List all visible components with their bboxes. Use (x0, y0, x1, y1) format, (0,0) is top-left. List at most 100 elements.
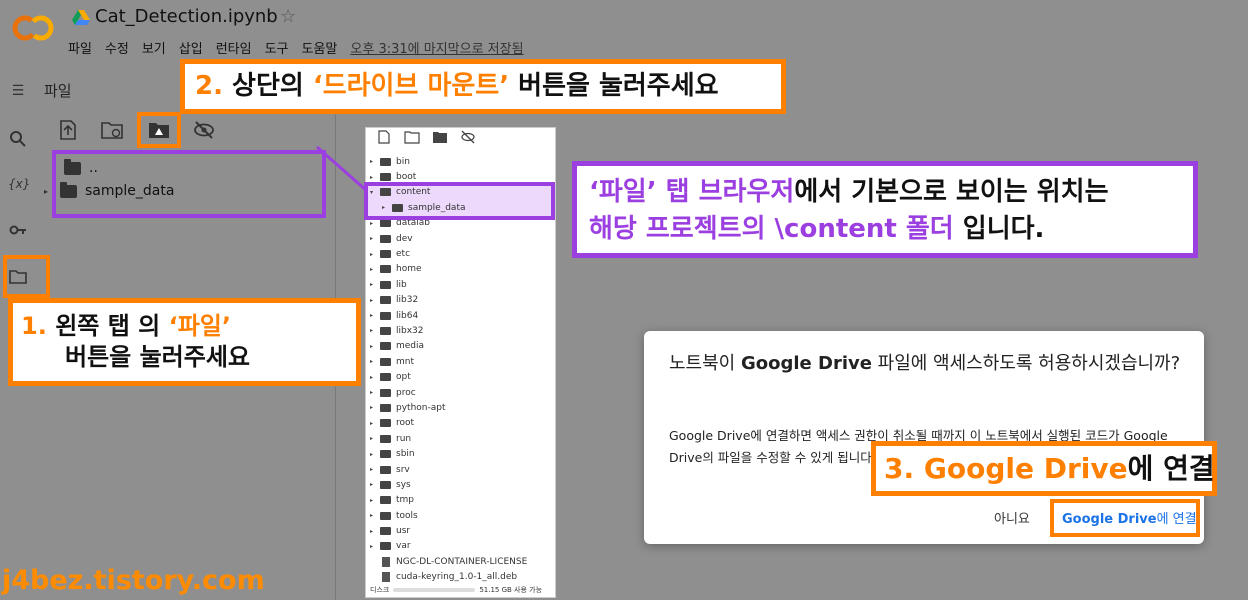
notebook-title[interactable]: Cat_Detection.ipynb (95, 6, 278, 27)
chevron-right-icon: ▸ (370, 481, 374, 489)
inset-list-item[interactable]: ▸ python-apt (366, 400, 555, 415)
inset-item-label: sys (396, 479, 411, 490)
menu-runtime[interactable]: 런타임 (216, 38, 252, 57)
upload-icon[interactable] (56, 119, 80, 141)
chevron-right-icon: ▸ (44, 186, 49, 196)
chevron-right-icon: ▸ (370, 235, 374, 243)
menu-file[interactable]: 파일 (68, 38, 92, 57)
inset-item-label: lib64 (396, 310, 419, 321)
cancel-button[interactable]: 아니요 (994, 508, 1030, 527)
inset-item-label: home (396, 264, 422, 275)
inset-list-item[interactable]: ▸ root (366, 416, 555, 431)
hide-files-icon[interactable] (460, 130, 476, 144)
chevron-right-icon: ▸ (370, 542, 374, 550)
inset-item-label: bin (396, 156, 410, 167)
key-icon[interactable] (8, 220, 28, 240)
folder-icon (380, 157, 391, 166)
disk-usage-bar (393, 588, 476, 592)
folder-icon (380, 311, 391, 320)
annotation-step-2: 2. 상단의 ‘드라이브 마운트’ 버튼을 눌러주세요 (180, 59, 786, 114)
inset-list-item[interactable]: ▸ lib (366, 277, 555, 292)
inset-list-item[interactable]: ▸ sys (366, 477, 555, 492)
refresh-folder-icon[interactable] (404, 130, 420, 144)
inset-list-item[interactable]: ▸ sbin (366, 446, 555, 461)
chevron-right-icon: ▸ (370, 419, 374, 427)
inset-list-item[interactable]: ▸ dev (366, 231, 555, 246)
folder-icon (380, 296, 391, 305)
inset-list-item[interactable]: ▸ bin (366, 154, 555, 169)
folder-icon (380, 496, 391, 505)
inset-list-item[interactable]: ▸ lib32 (366, 293, 555, 308)
inset-item-label: sbin (396, 449, 415, 460)
chevron-right-icon: ▸ (370, 296, 374, 304)
inset-list-item[interactable]: ▸ proc (366, 385, 555, 400)
inset-item-label: run (396, 433, 412, 444)
inset-list-item[interactable]: ▸ lib64 (366, 308, 555, 323)
inset-item-label: lib (396, 279, 407, 290)
search-icon[interactable] (8, 129, 28, 149)
inset-item-label: opt (396, 372, 411, 383)
chevron-right-icon: ▸ (370, 312, 374, 320)
chevron-right-icon: ▸ (370, 496, 374, 504)
inset-list-item[interactable]: ▸ mnt (366, 354, 555, 369)
inset-list-item[interactable]: cuda-keyring_1.0-1_all.deb (366, 570, 555, 585)
annotation-step-3: 3. Google Drive에 연결 (871, 441, 1217, 496)
folder-icon (380, 527, 391, 536)
inset-list-item[interactable]: ▸ home (366, 262, 555, 277)
menu-edit[interactable]: 수정 (105, 38, 129, 57)
folder-icon (380, 342, 391, 351)
chevron-right-icon: ▸ (370, 327, 374, 335)
inset-list-item[interactable]: ▸ run (366, 431, 555, 446)
inset-item-label: media (396, 341, 425, 352)
folder-icon (380, 373, 391, 382)
inset-list-item[interactable]: ▸ srv (366, 462, 555, 477)
annotation-step-1: 1. 왼쪽 탭 의 ‘파일’ 버튼을 눌러주세요 (8, 298, 361, 386)
inset-item-label: lib32 (396, 295, 419, 306)
inset-item-label: python-apt (396, 402, 446, 413)
folder-icon (380, 388, 391, 397)
menu-view[interactable]: 보기 (142, 38, 166, 57)
chevron-right-icon: ▸ (370, 358, 374, 366)
refresh-folder-icon[interactable] (100, 119, 124, 141)
chevron-right-icon: ▸ (370, 373, 374, 381)
inset-list-item[interactable]: ▸ media (366, 339, 555, 354)
file-icon (382, 572, 390, 583)
chevron-right-icon: ▸ (370, 389, 374, 397)
chevron-right-icon: ▸ (370, 450, 374, 458)
folder-icon (380, 542, 391, 551)
inset-list-item[interactable]: ▸ usr (366, 523, 555, 538)
menu-bar: 파일 수정 보기 삽입 런타임 도구 도움말 오후 3:31에 마지막으로 저장… (68, 38, 524, 57)
chevron-right-icon: ▸ (370, 219, 374, 227)
folder-icon (380, 465, 391, 474)
variables-icon[interactable]: {x} (8, 174, 30, 194)
content-folder-highlight (364, 182, 555, 220)
inset-list-item[interactable]: ▸ etc (366, 246, 555, 261)
mount-drive-icon[interactable] (432, 130, 448, 144)
inset-list-item[interactable]: ▸ var (366, 539, 555, 554)
table-of-contents-icon[interactable]: ☰ (8, 81, 28, 101)
menu-insert[interactable]: 삽입 (179, 38, 203, 57)
folder-icon (380, 250, 391, 259)
inset-item-label: libx32 (396, 325, 424, 336)
inset-list-item[interactable]: ▸ opt (366, 369, 555, 384)
inset-item-label: root (396, 418, 415, 429)
last-saved-status[interactable]: 오후 3:31에 마지막으로 저장됨 (350, 38, 523, 57)
inset-list-item[interactable]: ▸ libx32 (366, 323, 555, 338)
star-icon[interactable]: ☆ (280, 6, 296, 27)
inset-item-label: dev (396, 233, 413, 244)
inset-list-item[interactable]: ▸ tmp (366, 493, 555, 508)
folder-icon (380, 326, 391, 335)
upload-icon[interactable] (376, 130, 392, 144)
inset-list-item[interactable]: ▸ tools (366, 508, 555, 523)
inset-item-label: srv (396, 464, 410, 475)
menu-tools[interactable]: 도구 (265, 38, 289, 57)
inset-item-label: NGC-DL-CONTAINER-LICENSE (396, 556, 528, 567)
folder-icon (380, 511, 391, 520)
chevron-right-icon: ▸ (370, 281, 374, 289)
mount-button-highlight (137, 112, 181, 148)
inset-list-item[interactable]: NGC-DL-CONTAINER-LICENSE (366, 554, 555, 569)
hide-files-icon[interactable] (192, 119, 216, 141)
menu-help[interactable]: 도움말 (302, 38, 338, 57)
chevron-right-icon: ▸ (370, 404, 374, 412)
folder-icon (380, 403, 391, 412)
